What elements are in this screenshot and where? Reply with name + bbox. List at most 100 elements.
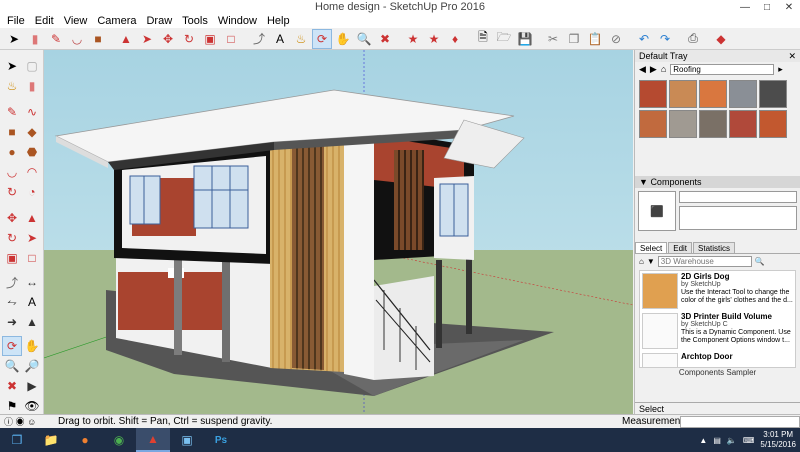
pie-icon[interactable]: ◔ bbox=[22, 182, 42, 202]
material-swatch[interactable] bbox=[699, 110, 727, 138]
warehouse-search-input[interactable]: 3D Warehouse bbox=[657, 255, 752, 267]
windows-start-icon[interactable]: ❒ bbox=[0, 428, 34, 452]
tab-edit[interactable]: Edit bbox=[668, 242, 693, 253]
rotate-tool-icon[interactable]: ↻ bbox=[2, 228, 22, 248]
material-swatch[interactable] bbox=[639, 80, 667, 108]
rotate-icon[interactable]: ↻ bbox=[179, 29, 199, 49]
make-component-icon[interactable]: ▢ bbox=[22, 56, 42, 76]
menu-view[interactable]: View bbox=[59, 14, 93, 28]
share-model-icon[interactable]: ★ bbox=[424, 29, 444, 49]
delete-icon[interactable]: ⊘ bbox=[606, 29, 626, 49]
orbit-tool-icon[interactable]: ⟳ bbox=[2, 336, 22, 356]
tape-measure-icon[interactable]: ⤴ bbox=[249, 29, 269, 49]
arc-icon[interactable]: ◡ bbox=[67, 29, 87, 49]
measurements-input[interactable] bbox=[680, 415, 800, 428]
menu-file[interactable]: File bbox=[2, 14, 30, 28]
zoom-tool-icon[interactable]: 🔍 bbox=[2, 356, 22, 376]
zoom-extents-icon[interactable]: ✖ bbox=[375, 29, 395, 49]
follow-me-tool-icon[interactable]: ➤ bbox=[22, 228, 42, 248]
warehouse-icon[interactable]: ★ bbox=[403, 29, 423, 49]
previous-view-icon[interactable]: ▶ bbox=[22, 376, 42, 396]
tab-statistics[interactable]: Statistics bbox=[693, 242, 736, 253]
menu-help[interactable]: Help bbox=[262, 14, 295, 28]
home-nav-icon[interactable]: ⌂ bbox=[639, 257, 644, 266]
component-description-field[interactable] bbox=[679, 206, 797, 230]
person-icon[interactable]: ☺ bbox=[27, 417, 36, 427]
rectangle-tool-icon[interactable]: ■ bbox=[2, 122, 22, 142]
menu-window[interactable]: Window bbox=[213, 14, 262, 28]
line-icon[interactable]: ✎ bbox=[2, 102, 22, 122]
print-icon[interactable]: ⎙ bbox=[683, 29, 703, 49]
material-swatch[interactable] bbox=[669, 110, 697, 138]
position-camera-icon[interactable]: ⚑ bbox=[2, 396, 22, 416]
look-around-icon[interactable]: 👁 bbox=[22, 396, 42, 416]
two-point-arc-icon[interactable]: ◠ bbox=[22, 162, 42, 182]
scale-tool-icon[interactable]: ▣ bbox=[2, 248, 22, 268]
circle-icon[interactable]: ● bbox=[2, 142, 22, 162]
volume-icon[interactable]: 🔈 bbox=[727, 436, 737, 445]
pan-hand-icon[interactable]: ✋ bbox=[333, 29, 353, 49]
material-swatch[interactable] bbox=[729, 80, 757, 108]
select-arrow-icon[interactable]: ➤ bbox=[4, 29, 24, 49]
component-name-field[interactable] bbox=[679, 191, 797, 203]
tape-tool-icon[interactable]: ⤴ bbox=[2, 272, 22, 292]
keyboard-icon[interactable]: ⌨ bbox=[743, 436, 755, 445]
firefox-icon[interactable]: ● bbox=[68, 428, 102, 452]
photo-viewer-icon[interactable]: ▣ bbox=[170, 428, 204, 452]
freehand-icon[interactable]: ∿ bbox=[22, 102, 42, 122]
menu-edit[interactable]: Edit bbox=[30, 14, 59, 28]
search-icon[interactable]: 🔍 bbox=[755, 257, 765, 266]
eraser-icon[interactable]: ▮ bbox=[25, 29, 45, 49]
select-panel-header[interactable]: Select bbox=[635, 402, 800, 414]
zoom-extents-tool-icon[interactable]: ✖ bbox=[2, 376, 22, 396]
pan-tool-icon[interactable]: ✋ bbox=[22, 336, 42, 356]
eraser-tool-icon[interactable]: ▮ bbox=[22, 76, 42, 96]
model-viewport[interactable] bbox=[44, 50, 633, 414]
paint-icon[interactable]: ♨ bbox=[2, 76, 22, 96]
material-swatch[interactable] bbox=[639, 110, 667, 138]
dropdown-icon[interactable]: ▼ bbox=[647, 257, 655, 266]
paste-icon[interactable]: 📋 bbox=[585, 29, 605, 49]
scale-icon[interactable]: ▣ bbox=[200, 29, 220, 49]
material-swatch[interactable] bbox=[759, 110, 787, 138]
push-pull-tool-icon[interactable]: ▲ bbox=[22, 208, 42, 228]
new-file-icon[interactable]: 🗎 bbox=[473, 29, 493, 49]
chrome-icon[interactable]: ◉ bbox=[102, 428, 136, 452]
paint-bucket-icon[interactable]: ♨ bbox=[291, 29, 311, 49]
menu-tools[interactable]: Tools bbox=[177, 14, 213, 28]
close-icon[interactable]: ✕ bbox=[778, 0, 800, 14]
model-info-icon[interactable]: ◆ bbox=[711, 29, 731, 49]
details-arrow-icon[interactable]: ▸ bbox=[778, 64, 783, 75]
redo-icon[interactable]: ↷ bbox=[655, 29, 675, 49]
tab-select[interactable]: Select bbox=[635, 242, 668, 253]
tray-arrow-icon[interactable]: ▲ bbox=[699, 436, 707, 445]
axes-icon[interactable]: ➜ bbox=[2, 312, 22, 332]
geo-icon[interactable]: ◉ bbox=[16, 417, 25, 427]
clock[interactable]: 3:01 PM 5/15/2016 bbox=[760, 430, 796, 450]
zoom-window-icon[interactable]: 🔎 bbox=[22, 356, 42, 376]
push-pull-icon[interactable]: ▲ bbox=[116, 29, 136, 49]
arc-tool-icon[interactable]: ◡ bbox=[2, 162, 22, 182]
material-swatch[interactable] bbox=[759, 80, 787, 108]
info-icon[interactable]: ⓘ bbox=[4, 417, 13, 427]
extension-warehouse-icon[interactable]: ♦ bbox=[445, 29, 465, 49]
result-item[interactable]: Archtop Door bbox=[640, 351, 795, 367]
network-icon[interactable]: ▤ bbox=[713, 436, 721, 445]
file-explorer-icon[interactable]: 📁 bbox=[34, 428, 68, 452]
tray-close-icon[interactable]: ✕ bbox=[788, 50, 796, 62]
maximize-icon[interactable]: □ bbox=[756, 0, 778, 14]
open-folder-icon[interactable]: 🗁 bbox=[494, 29, 514, 49]
home-icon[interactable]: ⌂ bbox=[661, 64, 666, 74]
move-tool-icon[interactable]: ✥ bbox=[2, 208, 22, 228]
text-icon[interactable]: A bbox=[22, 292, 42, 312]
move-icon[interactable]: ✥ bbox=[158, 29, 178, 49]
orbit-icon[interactable]: ⟳ bbox=[312, 28, 332, 49]
sketchup-icon[interactable]: ▲ bbox=[136, 428, 170, 452]
photoshop-icon[interactable]: Ps bbox=[204, 428, 238, 452]
dimension-icon[interactable]: ↔ bbox=[22, 272, 42, 292]
materials-category-select[interactable]: Roofing bbox=[670, 63, 775, 75]
save-icon[interactable]: 💾 bbox=[515, 29, 535, 49]
result-item[interactable]: 3D Printer Build Volume by SketchUp C Th… bbox=[640, 311, 795, 351]
zoom-icon[interactable]: 🔍 bbox=[354, 29, 374, 49]
offset-icon[interactable]: □ bbox=[221, 29, 241, 49]
